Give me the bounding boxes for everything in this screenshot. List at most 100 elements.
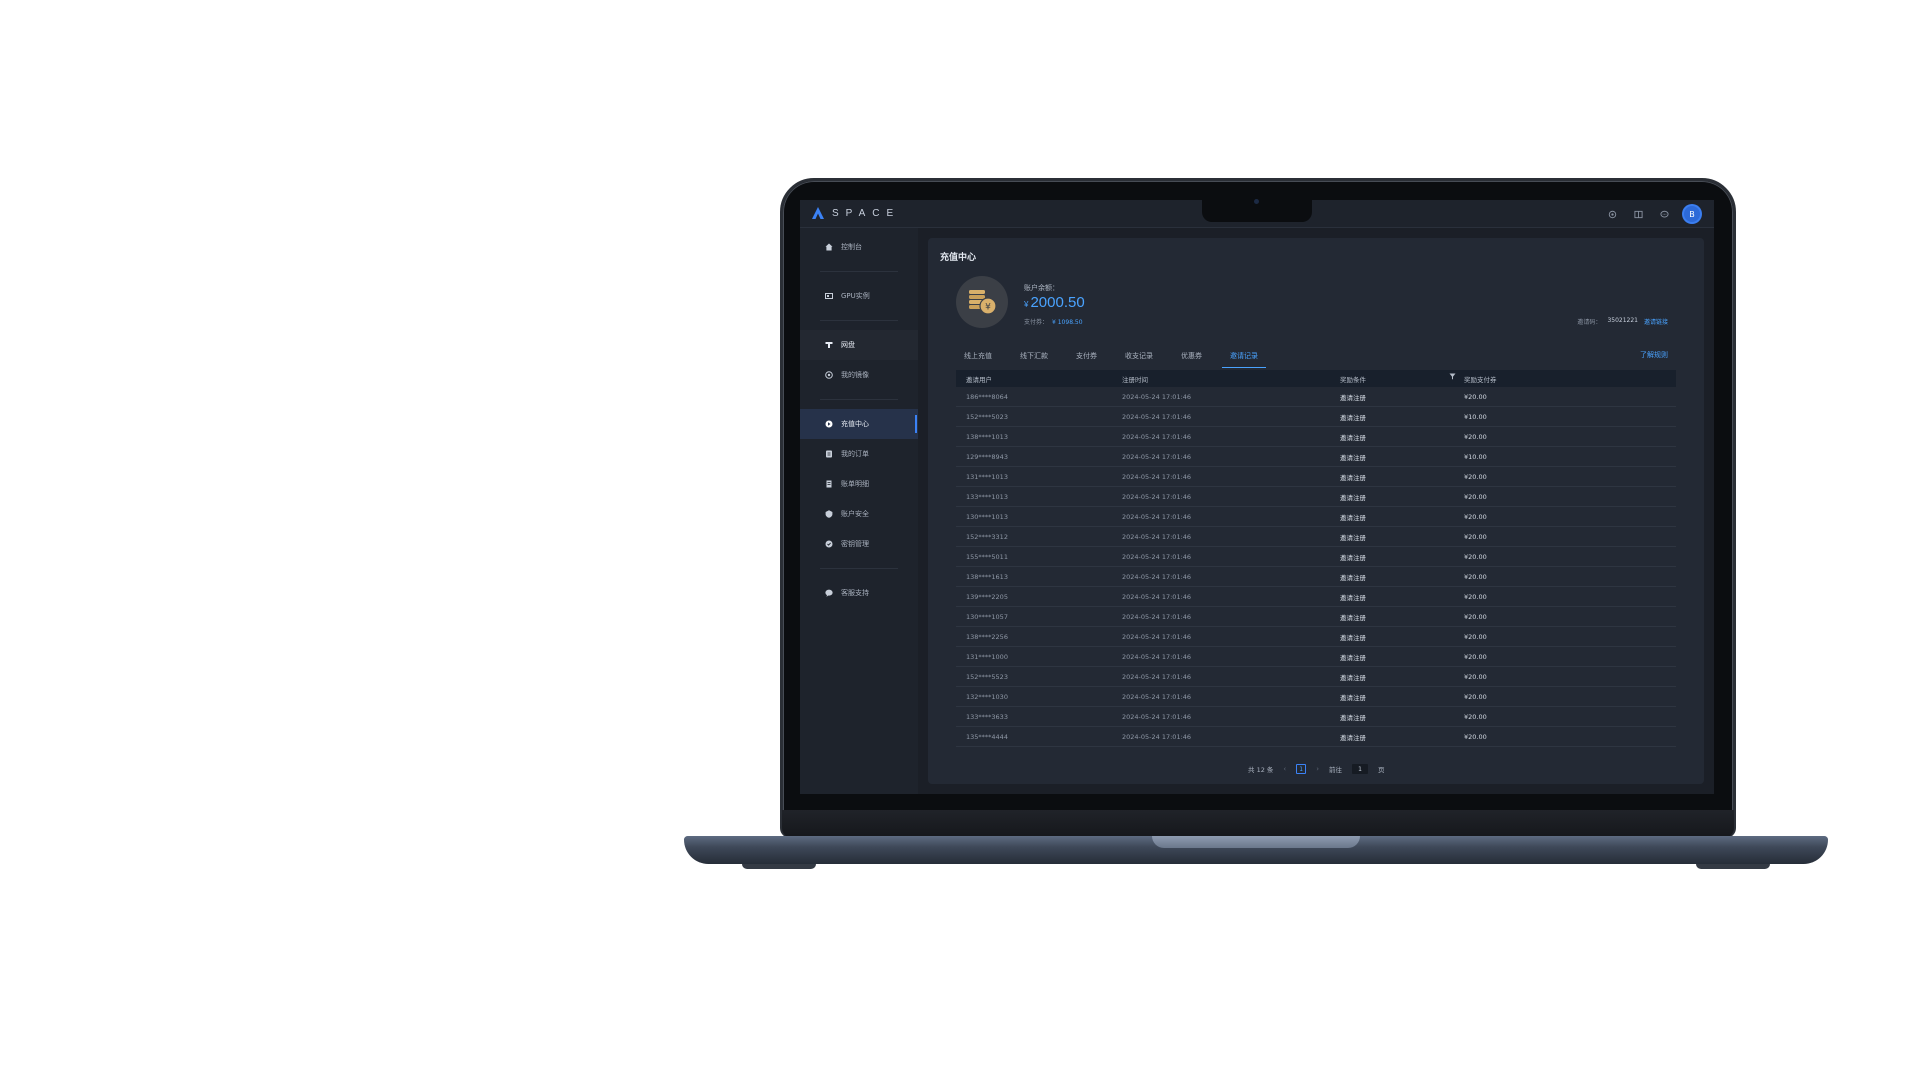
tab-payment-voucher[interactable]: 支付券 xyxy=(1068,349,1105,368)
security-icon xyxy=(825,510,833,518)
cell-time: 2024-05-24 17:01:46 xyxy=(1122,432,1192,441)
screen: SPACE B 控制台 GPU实例 网盘 我的镜像 充值中心 我的订单 账单明细… xyxy=(800,200,1714,794)
column-header-condition: 奖励条件 xyxy=(1334,373,1458,384)
tab-offline-transfer[interactable]: 线下汇款 xyxy=(1012,349,1056,368)
table-row: 155****5011 2024-05-24 17:01:46 邀请注册 ¥20… xyxy=(956,547,1676,567)
sidebar-item-support[interactable]: 客服支持 xyxy=(800,578,918,608)
invite-link[interactable]: 邀请链接 xyxy=(1644,317,1668,326)
sidebar-item-bills[interactable]: 账单明细 xyxy=(800,469,918,499)
laptop-foot-left xyxy=(742,864,816,869)
balance-label: 账户余额： xyxy=(1024,284,1059,292)
sidebar-item-label: 我的订单 xyxy=(841,450,869,458)
tab-online-recharge[interactable]: 线上充值 xyxy=(956,349,1000,368)
next-page-button[interactable]: › xyxy=(1316,765,1319,773)
tab-transactions[interactable]: 收支记录 xyxy=(1117,349,1161,368)
cell-user: 138****1613 xyxy=(966,572,1008,581)
cell-reward: ¥20.00 xyxy=(1464,672,1487,681)
sidebar-item-orders[interactable]: 我的订单 xyxy=(800,439,918,469)
sidebar-item-label: 账单明细 xyxy=(841,480,869,488)
cell-reward: ¥20.00 xyxy=(1464,652,1487,661)
cell-reward: ¥20.00 xyxy=(1464,692,1487,701)
cell-condition: 邀请注册 xyxy=(1340,633,1366,642)
disk-icon xyxy=(825,342,833,348)
cell-reward: ¥20.00 xyxy=(1464,612,1487,621)
cell-time: 2024-05-24 17:01:46 xyxy=(1122,472,1192,481)
filter-icon[interactable] xyxy=(1449,373,1456,380)
goto-page-input[interactable]: 1 xyxy=(1352,764,1369,774)
cell-time: 2024-05-24 17:01:46 xyxy=(1122,412,1192,421)
cell-time: 2024-05-24 17:01:46 xyxy=(1122,612,1192,621)
invite-table: 邀请用户 注册时间 奖励条件 奖励支付券 186****8064 2024-05… xyxy=(956,370,1676,747)
page-button-current[interactable]: 1 xyxy=(1296,764,1307,774)
sidebar-item-disk[interactable]: 网盘 xyxy=(800,330,918,360)
sidebar-item-console[interactable]: 控制台 xyxy=(800,232,918,262)
prev-page-button[interactable]: ‹ xyxy=(1283,765,1286,773)
cell-condition: 邀请注册 xyxy=(1340,433,1366,442)
cell-time: 2024-05-24 17:01:46 xyxy=(1122,672,1192,681)
table-row: 133****1013 2024-05-24 17:01:46 邀请注册 ¥20… xyxy=(956,487,1676,507)
column-header-label: 奖励条件 xyxy=(1340,375,1366,384)
sidebar-item-keys[interactable]: 密钥管理 xyxy=(800,529,918,559)
sidebar-item-label: 客服支持 xyxy=(841,589,869,597)
sidebar-item-label: 网盘 xyxy=(841,341,855,349)
cell-time: 2024-05-24 17:01:46 xyxy=(1122,712,1192,721)
main-panel: 充值中心 ¥ 账户余额： ¥2000.50 支付券： ¥ 1098.50 邀请码：… xyxy=(928,238,1704,784)
recharge-tabs: 线上充值 线下汇款 支付券 收支记录 优惠券 邀请记录 xyxy=(956,349,1278,368)
sidebar: 控制台 GPU实例 网盘 我的镜像 充值中心 我的订单 账单明细 账户安全 密钥… xyxy=(800,228,918,794)
page-unit: 页 xyxy=(1378,766,1385,774)
sidebar-item-images[interactable]: 我的镜像 xyxy=(800,360,918,390)
cell-condition: 邀请注册 xyxy=(1340,713,1366,722)
bill-icon xyxy=(826,480,832,488)
tab-coupons[interactable]: 优惠券 xyxy=(1173,349,1210,368)
table-row: 138****2256 2024-05-24 17:01:46 邀请注册 ¥20… xyxy=(956,627,1676,647)
cell-reward: ¥20.00 xyxy=(1464,552,1487,561)
cell-user: 131****1013 xyxy=(966,472,1008,481)
app-logo[interactable]: SPACE xyxy=(812,207,900,219)
cell-time: 2024-05-24 17:01:46 xyxy=(1122,732,1192,741)
key-icon xyxy=(825,540,833,548)
column-header: 奖励支付券 xyxy=(1464,375,1497,384)
sidebar-item-security[interactable]: 账户安全 xyxy=(800,499,918,529)
column-header: 邀请用户 xyxy=(966,375,992,384)
table-row: 133****3633 2024-05-24 17:01:46 邀请注册 ¥20… xyxy=(956,707,1676,727)
goto-label: 前往 xyxy=(1329,766,1343,774)
message-icon[interactable] xyxy=(1658,208,1670,220)
cell-time: 2024-05-24 17:01:46 xyxy=(1122,652,1192,661)
table-row: 152****3312 2024-05-24 17:01:46 邀请注册 ¥20… xyxy=(956,527,1676,547)
balance-amount: ¥2000.50 xyxy=(1024,294,1085,311)
sidebar-item-recharge[interactable]: 充值中心 xyxy=(800,409,918,439)
settings-icon[interactable] xyxy=(1606,208,1618,220)
cell-condition: 邀请注册 xyxy=(1340,593,1366,602)
table-row: 138****1013 2024-05-24 17:01:46 邀请注册 ¥20… xyxy=(956,427,1676,447)
book-icon[interactable] xyxy=(1632,208,1644,220)
table-row: 152****5523 2024-05-24 17:01:46 邀请注册 ¥20… xyxy=(956,667,1676,687)
cell-condition: 邀请注册 xyxy=(1340,553,1366,562)
table-row: 152****5023 2024-05-24 17:01:46 邀请注册 ¥10… xyxy=(956,407,1676,427)
cell-reward: ¥20.00 xyxy=(1464,572,1487,581)
cell-time: 2024-05-24 17:01:46 xyxy=(1122,452,1192,461)
order-icon xyxy=(826,450,832,458)
sidebar-item-label: 充值中心 xyxy=(841,420,869,428)
cell-user: 131****1000 xyxy=(966,652,1008,661)
sidebar-item-label: 控制台 xyxy=(841,243,862,251)
cell-reward: ¥20.00 xyxy=(1464,732,1487,741)
invite-info: 邀请码： 35021221 邀请链接 xyxy=(1577,317,1668,326)
cell-reward: ¥10.00 xyxy=(1464,412,1487,421)
cell-user: 129****8943 xyxy=(966,452,1008,461)
home-icon xyxy=(825,243,833,251)
coupon-label: 支付券： xyxy=(1024,319,1049,326)
column-header: 注册时间 xyxy=(1122,375,1148,384)
user-avatar[interactable]: B xyxy=(1684,206,1700,222)
sidebar-item-gpu[interactable]: GPU实例 xyxy=(800,281,918,311)
cell-condition: 邀请注册 xyxy=(1340,653,1366,662)
currency-symbol: ¥ xyxy=(1024,300,1029,309)
cell-condition: 邀请注册 xyxy=(1340,473,1366,482)
cell-user: 152****5523 xyxy=(966,672,1008,681)
cell-reward: ¥20.00 xyxy=(1464,712,1487,721)
cell-reward: ¥20.00 xyxy=(1464,392,1487,401)
rules-link[interactable]: 了解规则 xyxy=(1640,350,1668,360)
logo-text: SPACE xyxy=(832,207,901,219)
table-row: 130****1013 2024-05-24 17:01:46 邀请注册 ¥20… xyxy=(956,507,1676,527)
tab-invite-records[interactable]: 邀请记录 xyxy=(1222,349,1266,368)
coin-icon: ¥ xyxy=(956,276,1008,328)
